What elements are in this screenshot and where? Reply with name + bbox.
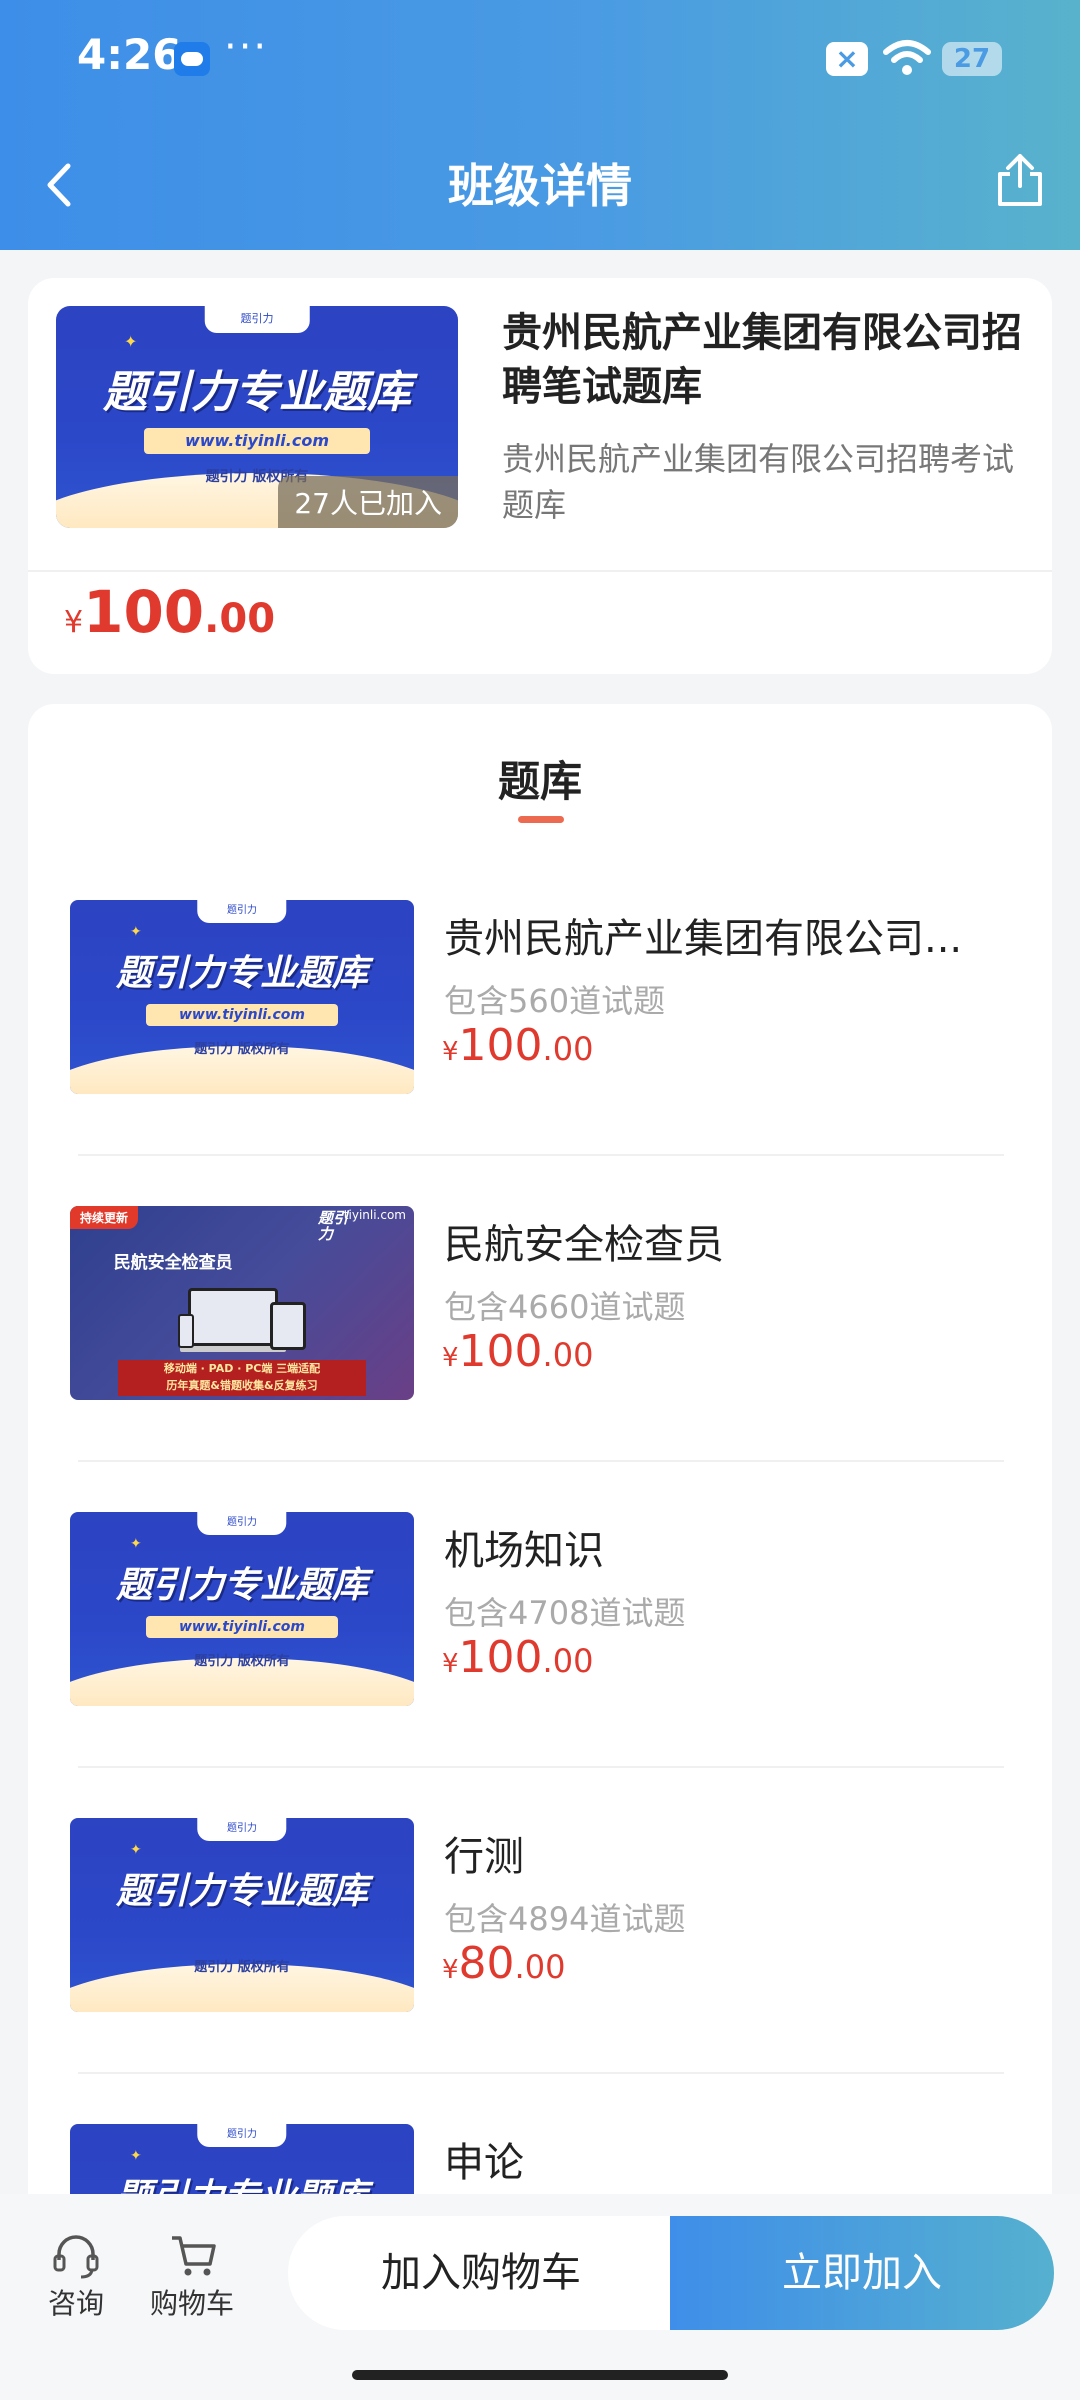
headset-icon[interactable] (51, 2230, 101, 2280)
thumb-copyright: 题引力 版权所有 (194, 1042, 290, 1057)
star-icon: ✦ (124, 332, 138, 351)
divider (28, 570, 1052, 572)
thumb-headline: 题引力专业题库 (115, 1565, 368, 1606)
consult-label[interactable]: 咨询 (48, 2282, 104, 2322)
item-name: 机场知识 (444, 1528, 604, 1574)
app-header: 4:26 ··· × 27 班级详情 (0, 0, 1080, 250)
thumb-url: www.tiyinli.com (145, 1616, 339, 1638)
brand-tab: 题引力 (204, 306, 310, 333)
thumb-copyright: 题引力 版权所有 (194, 1960, 290, 1975)
course-card: 题引力 ✦ 题引力专业题库 www.tiyinli.com 题引力 版权所有 2… (28, 278, 1052, 674)
monitor-icon (188, 1288, 278, 1346)
brand-tab: 题引力 (197, 1818, 287, 1842)
update-badge: 持续更新 (70, 1206, 139, 1229)
list-item[interactable]: 题引力 ✦ 题引力专业题库 题引力 版权所有 行测 包含4894道试题 ¥80.… (28, 1792, 1052, 2098)
item-count: 包含560道试题 (444, 982, 666, 1020)
divider (78, 1154, 1004, 1156)
star-icon: ✦ (130, 1536, 142, 1552)
course-thumbnail: 题引力 ✦ 题引力专业题库 www.tiyinli.com 题引力 版权所有 2… (56, 306, 458, 528)
phone-icon (178, 1314, 194, 1348)
thumb-url: www.tiyinli.com (145, 1004, 339, 1026)
thumb-headline: 题引力专业题库 (115, 1871, 368, 1912)
thumb-headline: 题引力专业题库 (103, 367, 411, 418)
more-notifications-icon: ··· (224, 24, 269, 70)
tablet-icon (270, 1302, 306, 1350)
item-thumbnail: 持续更新 题引力 tiyinli.com 民航安全检查员 移动端 · PAD ·… (70, 1206, 414, 1400)
divider (78, 1766, 1004, 1768)
item-name: 贵州民航产业集团有限公司... (444, 916, 963, 962)
brand-tab: 题引力 (197, 1512, 287, 1536)
join-now-button[interactable]: 立即加入 (670, 2216, 1054, 2330)
item-name: 行测 (444, 1834, 524, 1880)
item-count: 包含4708道试题 (444, 1594, 686, 1632)
wifi-icon (883, 40, 931, 75)
thumb-copyright: 题引力 版权所有 (194, 1654, 290, 1669)
cart-icon[interactable] (168, 2230, 218, 2280)
item-price: ¥80.00 (442, 1938, 566, 1989)
star-icon: ✦ (130, 924, 142, 940)
item-name: 民航安全检查员 (444, 1222, 724, 1268)
item-name: 申论 (444, 2140, 524, 2186)
list-item[interactable]: 题引力 ✦ 题引力专业题库 www.tiyinli.com 题引力 版权所有 贵… (28, 874, 1052, 1180)
course-name: 贵州民航产业集团有限公司招聘笔试题库 (502, 310, 1022, 410)
section-title: 题库 (497, 757, 582, 806)
thumb-headline: 题引力专业题库 (115, 953, 368, 994)
star-icon: ✦ (130, 1842, 142, 1858)
item-price: ¥100.00 (442, 1632, 594, 1683)
add-to-cart-button[interactable]: 加入购物车 (288, 2216, 674, 2330)
share-icon[interactable] (994, 152, 1046, 208)
weather-icon (174, 42, 210, 76)
thumb-url: www.tiyinli.com (144, 428, 370, 454)
brand-tab: 题引力 (197, 900, 287, 924)
brand-tab: 题引力 (197, 2124, 287, 2148)
battery-icon: 27 (942, 42, 1002, 76)
item-price: ¥100.00 (442, 1326, 594, 1377)
status-time: 4:26 (77, 30, 182, 79)
star-icon: ✦ (130, 2148, 142, 2164)
item-thumbnail: 题引力 ✦ 题引力专业题库 题引力 版权所有 (70, 1818, 414, 2012)
item-thumbnail: 题引力 ✦ 题引力专业题库 www.tiyinli.com 题引力 版权所有 (70, 1512, 414, 1706)
item-price: ¥100.00 (442, 1020, 594, 1071)
divider (78, 2072, 1004, 2074)
course-price: ¥100.00 (64, 578, 276, 646)
item-thumbnail: 题引力 ✦ 题引力专业题库 www.tiyinli.com 题引力 版权所有 (70, 900, 414, 1094)
item-count: 包含4894道试题 (444, 1900, 686, 1938)
close-notification-icon: × (826, 42, 868, 76)
question-bank-card: 题库 题引力 ✦ 题引力专业题库 www.tiyinli.com 题引力 版权所… (28, 704, 1052, 2400)
list-item[interactable]: 题引力 ✦ 题引力专业题库 www.tiyinli.com 题引力 版权所有 机… (28, 1486, 1052, 1792)
item-count: 包含4660道试题 (444, 1288, 686, 1326)
page-title: 班级详情 (448, 159, 632, 213)
section-underline (518, 816, 564, 823)
joined-count-badge: 27人已加入 (278, 476, 458, 528)
feature-strip: 移动端 · PAD · PC端 三端适配 历年真题&错题收集&反复练习 (118, 1360, 366, 1396)
status-bar: 4:26 ··· × 27 (0, 0, 1080, 120)
thumb-label: 民航安全检查员 (113, 1253, 233, 1273)
divider (78, 1460, 1004, 1462)
list-item[interactable]: 持续更新 题引力 tiyinli.com 民航安全检查员 移动端 · PAD ·… (28, 1180, 1052, 1486)
cart-label[interactable]: 购物车 (150, 2282, 234, 2322)
home-indicator[interactable] (352, 2370, 728, 2380)
brand-url: tiyinli.com (343, 1208, 406, 1222)
course-description: 贵州民航产业集团有限公司招聘考试题库 (502, 440, 1015, 524)
